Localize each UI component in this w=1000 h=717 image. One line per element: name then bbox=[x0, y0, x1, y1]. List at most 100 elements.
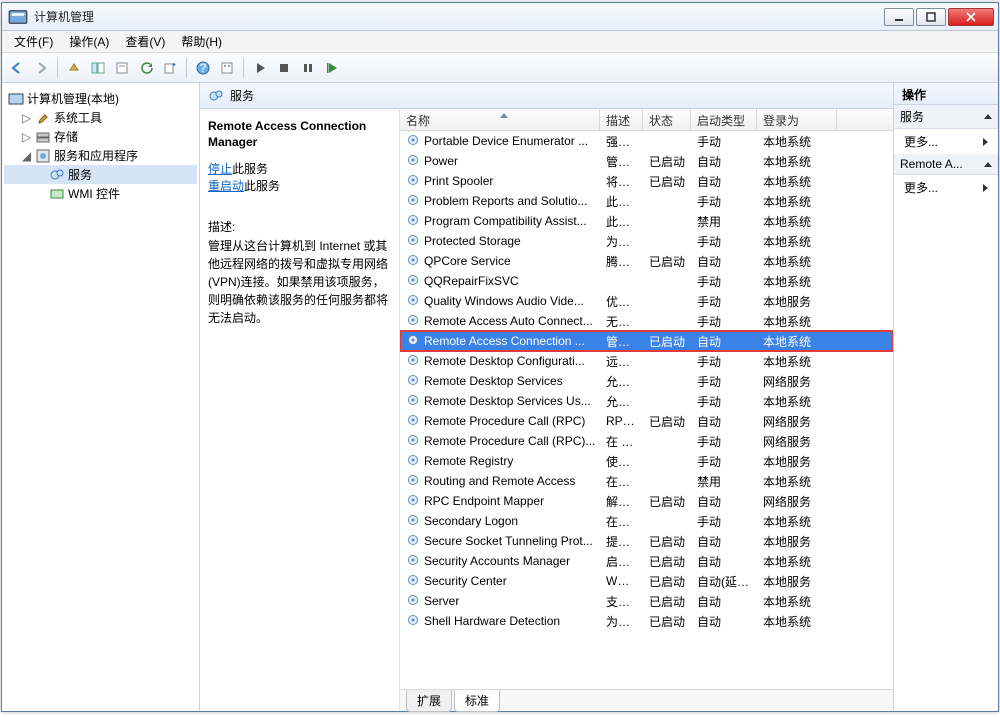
tab-standard[interactable]: 标准 bbox=[454, 690, 500, 712]
actions-services-section[interactable]: 服务 bbox=[894, 105, 998, 129]
service-row[interactable]: Security Accounts Manager启动...已启动自动本地系统 bbox=[400, 551, 893, 571]
back-button[interactable] bbox=[6, 57, 28, 79]
cell-logon: 本地系统 bbox=[757, 473, 827, 490]
service-row[interactable]: Remote Access Connection ...管理...已启动自动本地… bbox=[400, 331, 893, 351]
forward-button[interactable] bbox=[30, 57, 52, 79]
cell-logon: 本地系统 bbox=[757, 393, 827, 410]
collapse-icon[interactable]: ◢ bbox=[21, 150, 32, 161]
service-row[interactable]: Shell Hardware Detection为自...已启动自动本地系统 bbox=[400, 611, 893, 631]
service-name: Secure Socket Tunneling Prot... bbox=[424, 534, 593, 548]
service-row[interactable]: Remote Desktop Services允许...手动网络服务 bbox=[400, 371, 893, 391]
start-service-button[interactable] bbox=[249, 57, 271, 79]
service-row[interactable]: Quality Windows Audio Vide...优质 ...手动本地服… bbox=[400, 291, 893, 311]
cell-start: 手动 bbox=[691, 393, 757, 410]
cell-desc: 无论... bbox=[600, 313, 643, 330]
minimize-button[interactable] bbox=[884, 8, 914, 26]
gear-icon bbox=[406, 173, 420, 190]
cell-logon: 本地系统 bbox=[757, 213, 827, 230]
pause-service-button[interactable] bbox=[297, 57, 319, 79]
gear-icon bbox=[406, 573, 420, 590]
maximize-button[interactable] bbox=[916, 8, 946, 26]
cell-start: 手动 bbox=[691, 133, 757, 150]
center-pane: 服务 Remote Access Connection Manager 停止此服… bbox=[200, 83, 894, 711]
service-row[interactable]: Remote Access Auto Connect...无论...手动本地系统 bbox=[400, 311, 893, 331]
service-row[interactable]: Remote Desktop Configurati...远程...手动本地系统 bbox=[400, 351, 893, 371]
service-name: Remote Access Connection ... bbox=[424, 334, 585, 348]
service-row[interactable]: Security CenterWSC...已启动自动(延迟...本地服务 bbox=[400, 571, 893, 591]
service-row[interactable]: Server支持...已启动自动本地系统 bbox=[400, 591, 893, 611]
service-name: Quality Windows Audio Vide... bbox=[424, 294, 584, 308]
menu-view[interactable]: 查看(V) bbox=[117, 31, 173, 52]
actions-remote-section[interactable]: Remote A... bbox=[894, 154, 998, 175]
gear-icon bbox=[406, 293, 420, 310]
actions-more-2[interactable]: 更多... bbox=[894, 175, 998, 200]
menu-action[interactable]: 操作(A) bbox=[61, 31, 117, 52]
cell-start: 手动 bbox=[691, 273, 757, 290]
expand-icon[interactable]: ▷ bbox=[21, 131, 32, 142]
service-row[interactable]: Remote Desktop Services Us...允许...手动本地系统 bbox=[400, 391, 893, 411]
cell-status: 已启动 bbox=[643, 333, 691, 350]
tree-wmi-label: WMI 控件 bbox=[68, 185, 120, 202]
service-row[interactable]: Remote Registry使远...手动本地服务 bbox=[400, 451, 893, 471]
service-row[interactable]: Power管理...已启动自动本地系统 bbox=[400, 151, 893, 171]
col-desc[interactable]: 描述 bbox=[600, 109, 643, 130]
col-status[interactable]: 状态 bbox=[643, 109, 691, 130]
cell-name: Remote Desktop Configurati... bbox=[400, 353, 600, 370]
cell-name: Protected Storage bbox=[400, 233, 600, 250]
service-row[interactable]: Portable Device Enumerator ...强制...手动本地系… bbox=[400, 131, 893, 151]
menu-file[interactable]: 文件(F) bbox=[6, 31, 61, 52]
menu-help[interactable]: 帮助(H) bbox=[173, 31, 230, 52]
restart-service-link[interactable]: 重启动 bbox=[208, 179, 244, 193]
gear-icon bbox=[406, 453, 420, 470]
service-row[interactable]: Protected Storage为敏...手动本地系统 bbox=[400, 231, 893, 251]
cell-logon: 本地系统 bbox=[757, 313, 827, 330]
tree-storage[interactable]: ▷ 存储 bbox=[4, 127, 197, 146]
col-start[interactable]: 启动类型 bbox=[691, 109, 757, 130]
service-row[interactable]: Problem Reports and Solutio...此服...手动本地系… bbox=[400, 191, 893, 211]
service-name: RPC Endpoint Mapper bbox=[424, 494, 544, 508]
tree-services-apps[interactable]: ◢ 服务和应用程序 bbox=[4, 146, 197, 165]
stop-service-link[interactable]: 停止 bbox=[208, 162, 232, 176]
service-row[interactable]: Print Spooler将文...已启动自动本地系统 bbox=[400, 171, 893, 191]
service-row[interactable]: Secondary Logon在不...手动本地系统 bbox=[400, 511, 893, 531]
service-row[interactable]: QQRepairFixSVC手动本地系统 bbox=[400, 271, 893, 291]
filter-button[interactable] bbox=[216, 57, 238, 79]
tree-services[interactable]: 服务 bbox=[4, 165, 197, 184]
cell-name: QPCore Service bbox=[400, 253, 600, 270]
service-row[interactable]: Program Compatibility Assist...此服...禁用本地… bbox=[400, 211, 893, 231]
tree-system-tools[interactable]: ▷ 系统工具 bbox=[4, 108, 197, 127]
service-row[interactable]: QPCore Service腾讯...已启动自动本地系统 bbox=[400, 251, 893, 271]
refresh-button[interactable] bbox=[135, 57, 157, 79]
cell-desc: 允许... bbox=[600, 393, 643, 410]
export-button[interactable] bbox=[159, 57, 181, 79]
cell-start: 手动 bbox=[691, 293, 757, 310]
service-list[interactable]: Portable Device Enumerator ...强制...手动本地系… bbox=[400, 131, 893, 689]
help-button[interactable]: ? bbox=[192, 57, 214, 79]
close-button[interactable] bbox=[948, 8, 994, 26]
actions-more-1[interactable]: 更多... bbox=[894, 129, 998, 154]
properties-button[interactable] bbox=[111, 57, 133, 79]
selected-service-name: Remote Access Connection Manager bbox=[208, 119, 391, 150]
expand-icon[interactable]: ▷ bbox=[21, 112, 32, 123]
tree-wmi[interactable]: WMI 控件 bbox=[4, 184, 197, 203]
actions-more-label: 更多... bbox=[904, 133, 938, 150]
chevron-right-icon bbox=[983, 138, 988, 146]
service-row[interactable]: Secure Socket Tunneling Prot...提供...已启动自… bbox=[400, 531, 893, 551]
cell-desc: 使远... bbox=[600, 453, 643, 470]
service-name: Remote Procedure Call (RPC) bbox=[424, 414, 585, 428]
col-name[interactable]: 名称 bbox=[400, 109, 600, 130]
col-logon[interactable]: 登录为 bbox=[757, 109, 837, 130]
restart-service-button[interactable] bbox=[321, 57, 343, 79]
cell-status: 已启动 bbox=[643, 593, 691, 610]
cell-desc: 解析 ... bbox=[600, 493, 643, 510]
service-row[interactable]: Remote Procedure Call (RPC)RPC...已启动自动网络… bbox=[400, 411, 893, 431]
collapse-icon bbox=[984, 114, 992, 119]
service-row[interactable]: Remote Procedure Call (RPC)...在 W...手动网络… bbox=[400, 431, 893, 451]
service-row[interactable]: Routing and Remote Access在局...禁用本地系统 bbox=[400, 471, 893, 491]
show-hide-tree-button[interactable] bbox=[87, 57, 109, 79]
tab-extended[interactable]: 扩展 bbox=[406, 690, 452, 712]
up-button[interactable] bbox=[63, 57, 85, 79]
service-row[interactable]: RPC Endpoint Mapper解析 ...已启动自动网络服务 bbox=[400, 491, 893, 511]
stop-service-button[interactable] bbox=[273, 57, 295, 79]
tree-root[interactable]: 计算机管理(本地) bbox=[4, 89, 197, 108]
